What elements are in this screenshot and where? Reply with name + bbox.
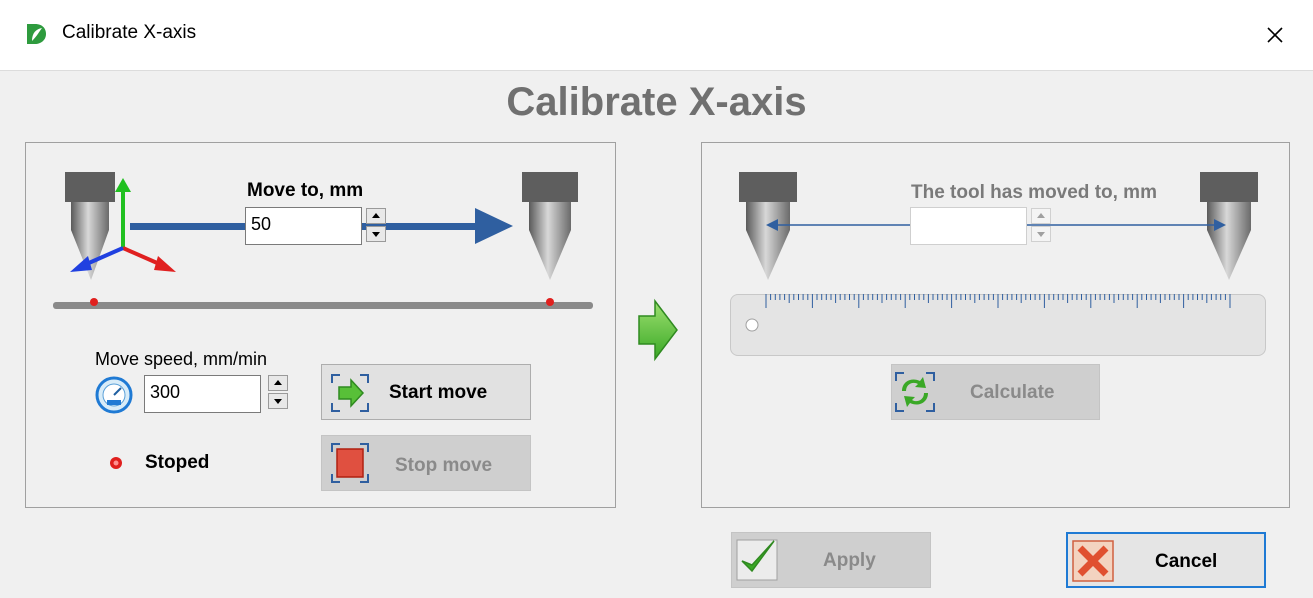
tool-target-icon: [522, 172, 578, 280]
status-text: Stoped: [145, 452, 210, 473]
apply-label: Apply: [823, 550, 876, 571]
ruler-ticks: [745, 294, 1231, 332]
start-move-button[interactable]: Start move: [321, 364, 531, 420]
checkmark-icon: [736, 539, 778, 581]
stop-move-button[interactable]: Stop move: [321, 435, 531, 491]
speedometer-icon: [95, 376, 133, 414]
move-to-up-button[interactable]: [366, 208, 386, 224]
cancel-button[interactable]: Cancel: [1066, 532, 1266, 588]
move-speed-down-button[interactable]: [268, 393, 288, 409]
window-title: Calibrate X-axis: [62, 22, 197, 43]
cancel-x-icon: [1072, 540, 1114, 582]
start-move-icon: [331, 374, 369, 412]
move-speed-label: Move speed, mm/min: [95, 349, 268, 369]
move-to-stepper[interactable]: [366, 208, 386, 244]
moved-to-label: The tool has moved to, mm: [911, 182, 1157, 203]
title-bar: Calibrate X-axis: [0, 0, 1313, 71]
moved-to-down-button[interactable]: [1031, 226, 1051, 242]
status-indicator-icon: [110, 457, 122, 469]
calculate-icon: [895, 372, 935, 412]
next-step-arrow-icon: [638, 298, 678, 362]
move-to-input[interactable]: 50: [245, 207, 362, 245]
moved-to-input[interactable]: [910, 207, 1027, 245]
calculate-button[interactable]: Calculate: [891, 364, 1100, 420]
axis-rail: [53, 298, 593, 309]
cancel-label: Cancel: [1155, 551, 1218, 572]
calculate-label: Calculate: [970, 382, 1055, 403]
move-to-down-button[interactable]: [366, 226, 386, 242]
stop-move-label: Stop move: [395, 455, 493, 476]
stop-move-icon: [331, 443, 369, 483]
close-icon[interactable]: [1255, 15, 1295, 55]
apply-button[interactable]: Apply: [731, 532, 931, 588]
start-move-label: Start move: [389, 382, 488, 403]
move-speed-input[interactable]: 300: [144, 375, 261, 413]
move-speed-up-button[interactable]: [268, 375, 288, 391]
move-speed-stepper[interactable]: [268, 375, 288, 411]
moved-to-stepper[interactable]: [1031, 208, 1051, 244]
moved-to-up-button[interactable]: [1031, 208, 1051, 224]
page-heading: Calibrate X-axis: [506, 80, 807, 124]
app-logo-icon: [27, 24, 46, 44]
move-to-label: Move to, mm: [247, 180, 364, 201]
